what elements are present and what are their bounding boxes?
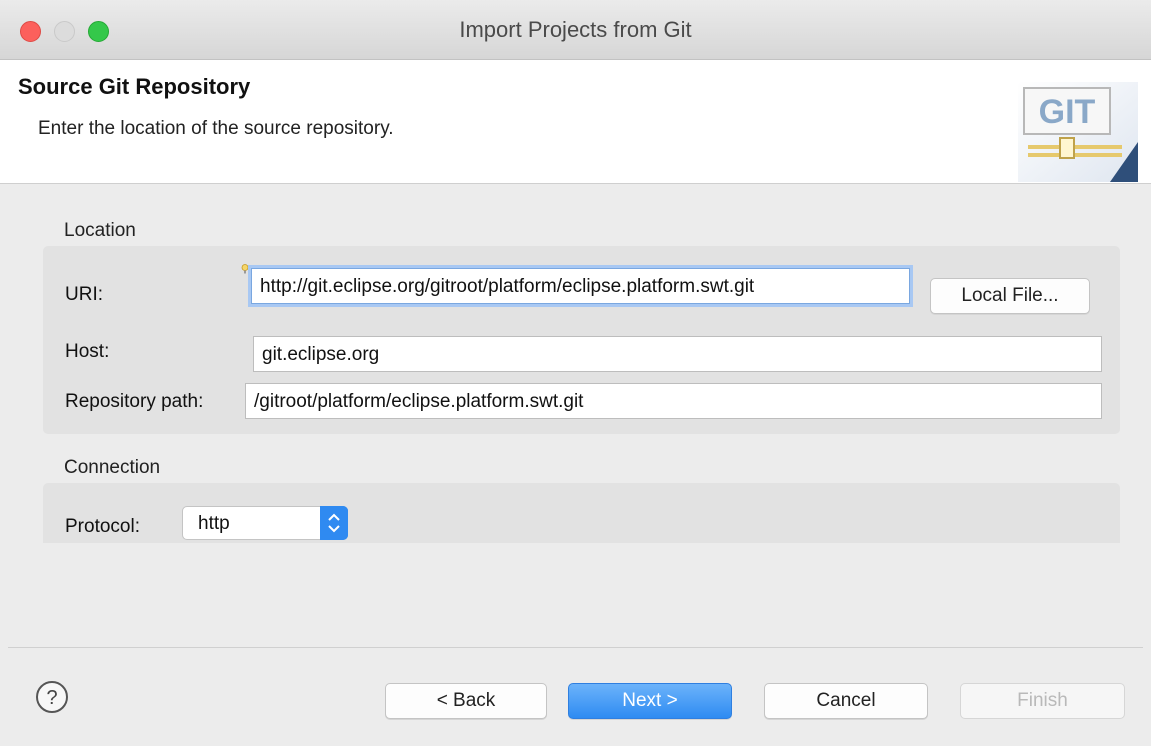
- repository-path-label: Repository path:: [65, 391, 204, 412]
- footer-divider: [8, 647, 1143, 648]
- git-logo-icon: GIT: [1018, 82, 1138, 182]
- content-assist-hint-icon: [241, 264, 249, 274]
- protocol-select-value: http: [198, 513, 230, 534]
- page-title: Source Git Repository: [18, 74, 251, 99]
- host-input[interactable]: git.eclipse.org: [253, 336, 1102, 372]
- finish-button[interactable]: Finish: [960, 683, 1125, 719]
- connection-section-label: Connection: [64, 457, 161, 478]
- uri-input[interactable]: http://git.eclipse.org/gitroot/platform/…: [251, 268, 910, 304]
- local-file-button[interactable]: Local File...: [930, 278, 1090, 314]
- help-icon[interactable]: ?: [35, 680, 69, 714]
- cancel-button[interactable]: Cancel: [764, 683, 928, 719]
- protocol-label: Protocol:: [65, 516, 140, 537]
- svg-text:?: ?: [46, 687, 57, 709]
- chevron-up-down-icon: [320, 506, 348, 540]
- location-section-label: Location: [64, 220, 136, 241]
- next-button[interactable]: Next >: [568, 683, 732, 719]
- page-description: Enter the location of the source reposit…: [38, 118, 394, 139]
- host-label: Host:: [65, 341, 110, 362]
- title-bar: Import Projects from Git: [0, 0, 1151, 60]
- back-button[interactable]: < Back: [385, 683, 547, 719]
- import-wizard-window: Import Projects from Git Source Git Repo…: [0, 0, 1151, 746]
- repository-path-input[interactable]: /gitroot/platform/eclipse.platform.swt.g…: [245, 383, 1102, 419]
- window-title: Import Projects from Git: [459, 17, 692, 42]
- protocol-select[interactable]: http: [182, 506, 348, 540]
- wizard-header: Source Git Repository Enter the location…: [0, 60, 1151, 184]
- uri-label: URI:: [65, 284, 103, 305]
- svg-text:GIT: GIT: [1039, 93, 1096, 131]
